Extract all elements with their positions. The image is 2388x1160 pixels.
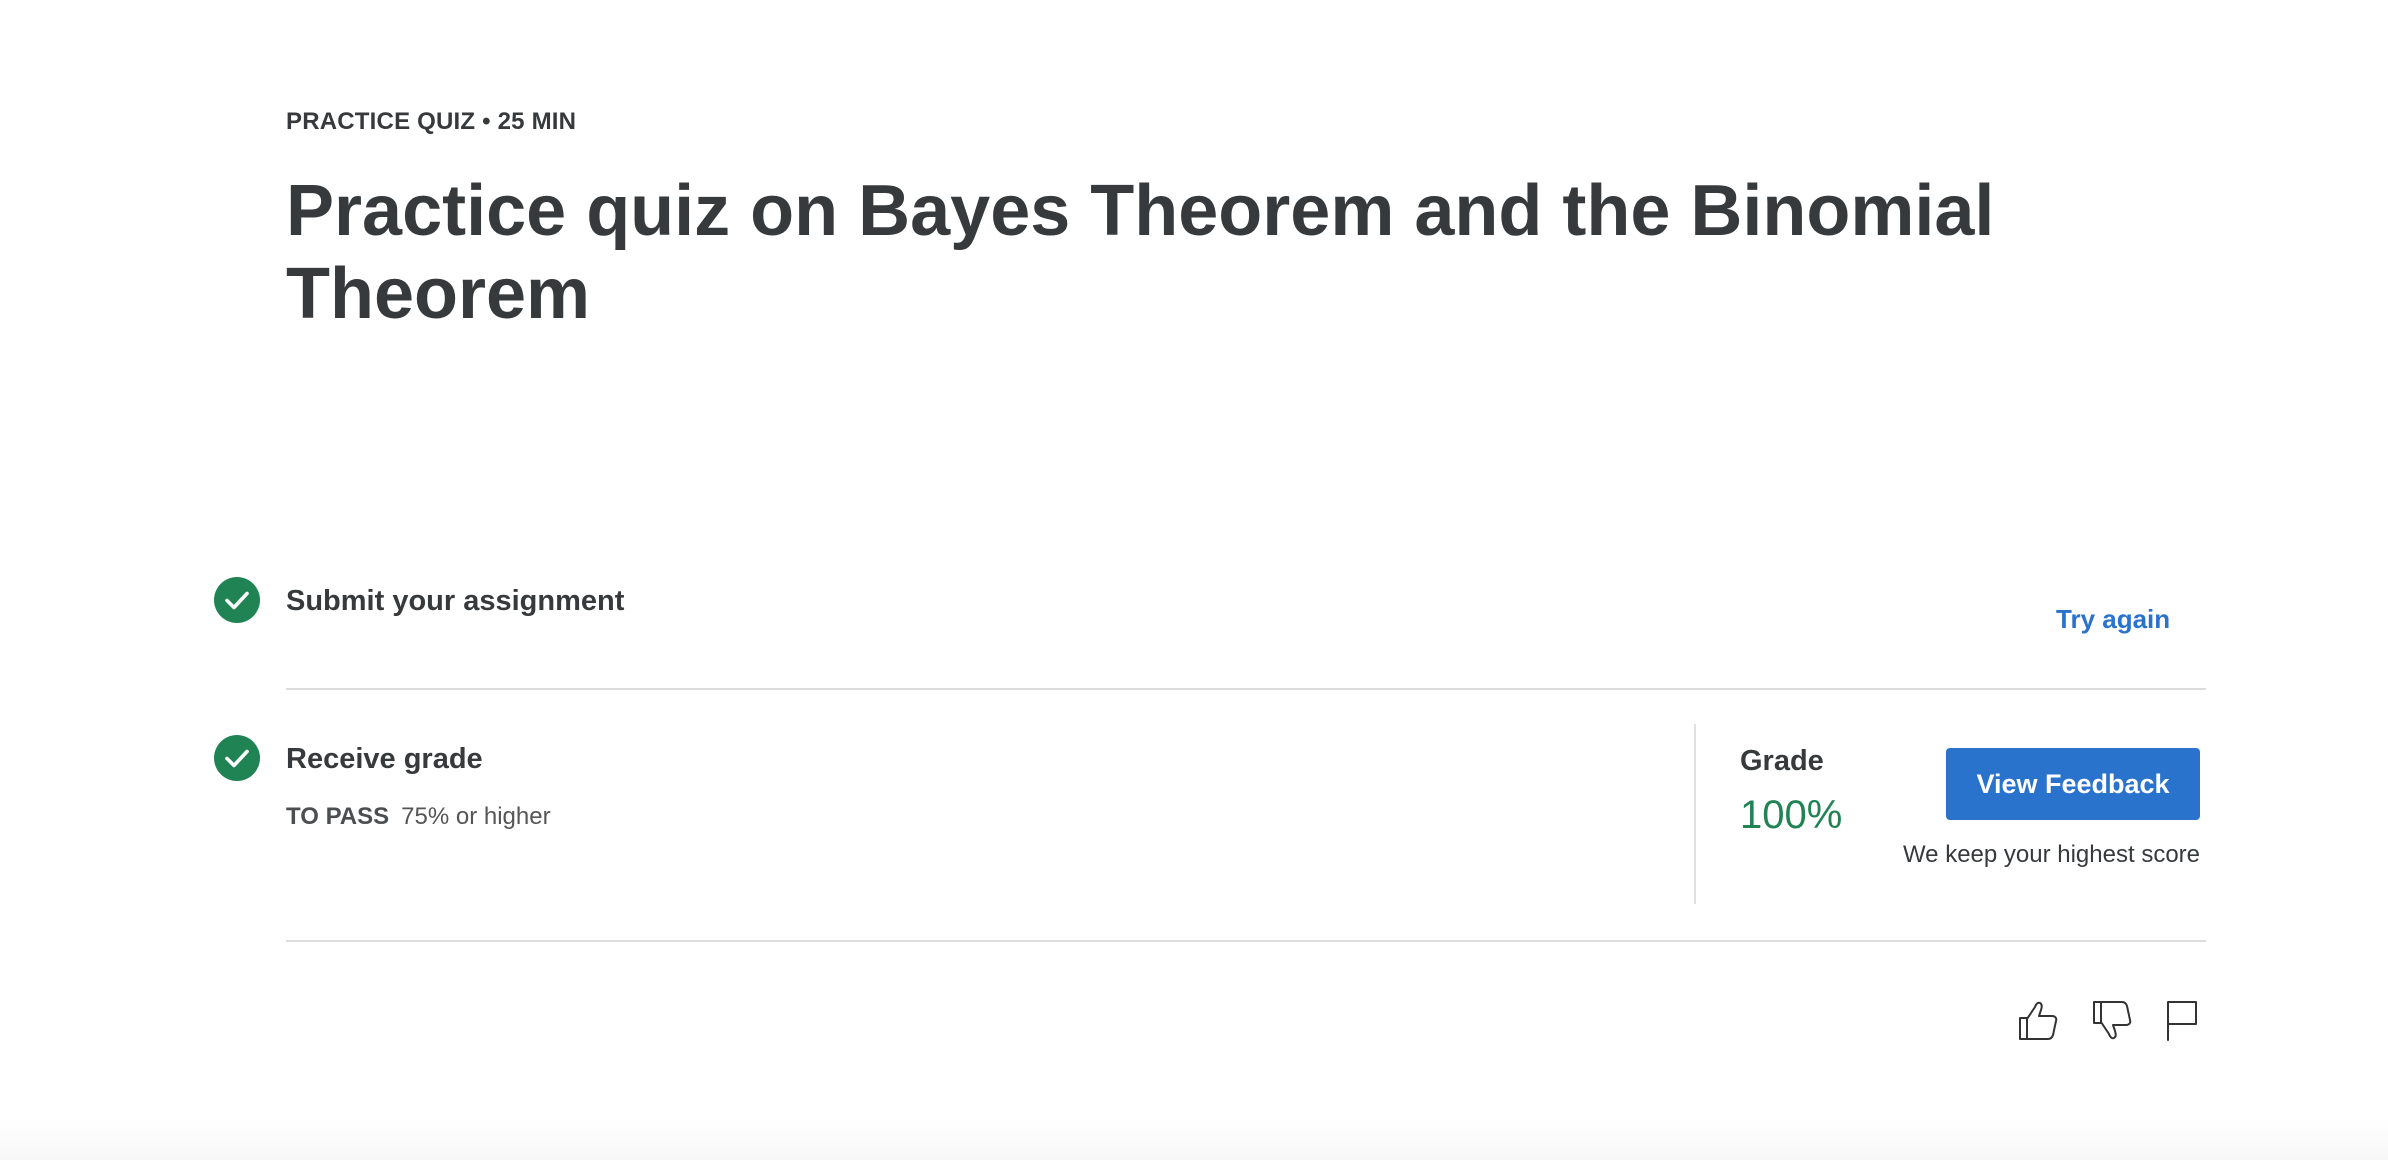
receive-grade-title: Receive grade bbox=[286, 743, 483, 775]
vertical-divider bbox=[1694, 724, 1696, 904]
page-bottom-shade bbox=[0, 1120, 2388, 1160]
pass-value: 75% or higher bbox=[401, 803, 551, 830]
highest-score-note: We keep your highest score bbox=[1902, 841, 2200, 868]
pass-requirement: TO PASS 75% or higher bbox=[286, 803, 551, 831]
pass-label: TO PASS bbox=[286, 803, 390, 830]
view-feedback-button[interactable]: View Feedback bbox=[1946, 748, 2200, 820]
flag-icon[interactable] bbox=[2156, 994, 2208, 1046]
submit-step-title: Submit your assignment bbox=[286, 585, 625, 617]
page-title: Practice quiz on Bayes Theorem and the B… bbox=[286, 171, 1995, 334]
divider bbox=[286, 940, 2206, 942]
divider bbox=[286, 688, 2206, 690]
item-meta: PRACTICE QUIZ • 25 MIN bbox=[286, 108, 577, 135]
check-circle-icon bbox=[214, 735, 260, 781]
try-again-link[interactable]: Try again bbox=[2056, 604, 2170, 635]
thumbs-up-icon[interactable] bbox=[2012, 994, 2064, 1046]
grade-value: 100% bbox=[1740, 793, 1843, 837]
check-circle-icon bbox=[214, 577, 260, 623]
thumbs-down-icon[interactable] bbox=[2086, 994, 2138, 1046]
grade-label: Grade bbox=[1740, 745, 1824, 777]
